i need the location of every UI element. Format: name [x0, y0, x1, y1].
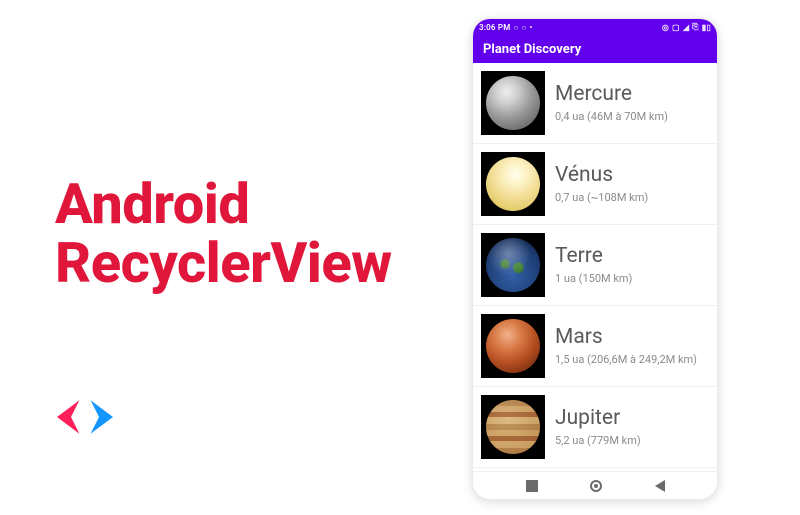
list-item-text: Jupiter 5,2 ua (779M km): [555, 407, 709, 446]
list-item-text: Vénus 0,7 ua (~108M km): [555, 164, 709, 203]
planet-thumbnail: [481, 152, 545, 216]
android-nav-bar: [473, 471, 717, 499]
planet-name: Mars: [555, 326, 709, 349]
planet-thumbnail: [481, 395, 545, 459]
planet-distance: 0,7 ua (~108M km): [555, 191, 709, 204]
hero-line-1: Android: [55, 175, 392, 234]
status-left: 3:06 PM ○ ○ •: [479, 23, 533, 32]
brand-logo: [50, 395, 120, 439]
planet-list[interactable]: Mercure 0,4 ua (46M à 70M km) Vénus 0,7 …: [473, 63, 717, 471]
hero-line-2: RecyclerView: [55, 234, 392, 293]
status-icon: ○: [521, 23, 526, 32]
sim-icon: ▢: [672, 23, 680, 32]
nav-recent-icon[interactable]: [526, 480, 538, 492]
planet-distance: 5,2 ua (779M km): [555, 434, 709, 447]
list-item[interactable]: Terre 1 ua (150M km): [473, 225, 717, 306]
status-icon: ○: [513, 23, 518, 32]
planet-distance: 1 ua (150M km): [555, 272, 709, 285]
hero-title: Android RecyclerView: [55, 175, 392, 293]
planet-icon: [486, 76, 540, 130]
planet-name: Jupiter: [555, 407, 709, 430]
planet-name: Terre: [555, 245, 709, 268]
nav-home-icon[interactable]: [590, 480, 602, 492]
page-canvas: Android RecyclerView 3:06 PM ○ ○ • ◎ ▢ ◢…: [0, 0, 800, 515]
nav-back-icon[interactable]: [655, 480, 665, 492]
app-bar: Planet Discovery: [473, 35, 717, 63]
list-item[interactable]: Jupiter 5,2 ua (779M km): [473, 387, 717, 468]
planet-name: Mercure: [555, 83, 709, 106]
planet-thumbnail: [481, 71, 545, 135]
phone-frame: 3:06 PM ○ ○ • ◎ ▢ ◢ ⎘ ▮▯ Planet Discover…: [472, 18, 718, 500]
list-item-text: Terre 1 ua (150M km): [555, 245, 709, 284]
list-item[interactable]: Mars 1,5 ua (206,6M à 249,2M km): [473, 306, 717, 387]
list-item[interactable]: Vénus 0,7 ua (~108M km): [473, 144, 717, 225]
list-item-text: Mars 1,5 ua (206,6M à 249,2M km): [555, 326, 709, 365]
planet-thumbnail: [481, 233, 545, 297]
planet-distance: 0,4 ua (46M à 70M km): [555, 110, 709, 123]
status-icon: •: [530, 23, 533, 32]
status-bar: 3:06 PM ○ ○ • ◎ ▢ ◢ ⎘ ▮▯: [473, 19, 717, 35]
alarm-icon: ◎: [662, 23, 669, 32]
planet-icon: [486, 157, 540, 211]
app-title: Planet Discovery: [483, 42, 581, 57]
planet-distance: 1,5 ua (206,6M à 249,2M km): [555, 353, 709, 366]
list-item[interactable]: Mercure 0,4 ua (46M à 70M km): [473, 63, 717, 144]
status-right: ◎ ▢ ◢ ⎘ ▮▯: [662, 22, 711, 32]
planet-icon: [486, 319, 540, 373]
planet-icon: [486, 400, 540, 454]
status-time: 3:06 PM: [479, 23, 510, 32]
planet-thumbnail: [481, 314, 545, 378]
signal-icon: ◢: [683, 23, 689, 32]
planet-icon: [486, 238, 540, 292]
list-item-text: Mercure 0,4 ua (46M à 70M km): [555, 83, 709, 122]
planet-name: Vénus: [555, 164, 709, 187]
battery-icon: ▮▯: [702, 23, 711, 32]
network-icon: ⎘: [692, 22, 699, 32]
